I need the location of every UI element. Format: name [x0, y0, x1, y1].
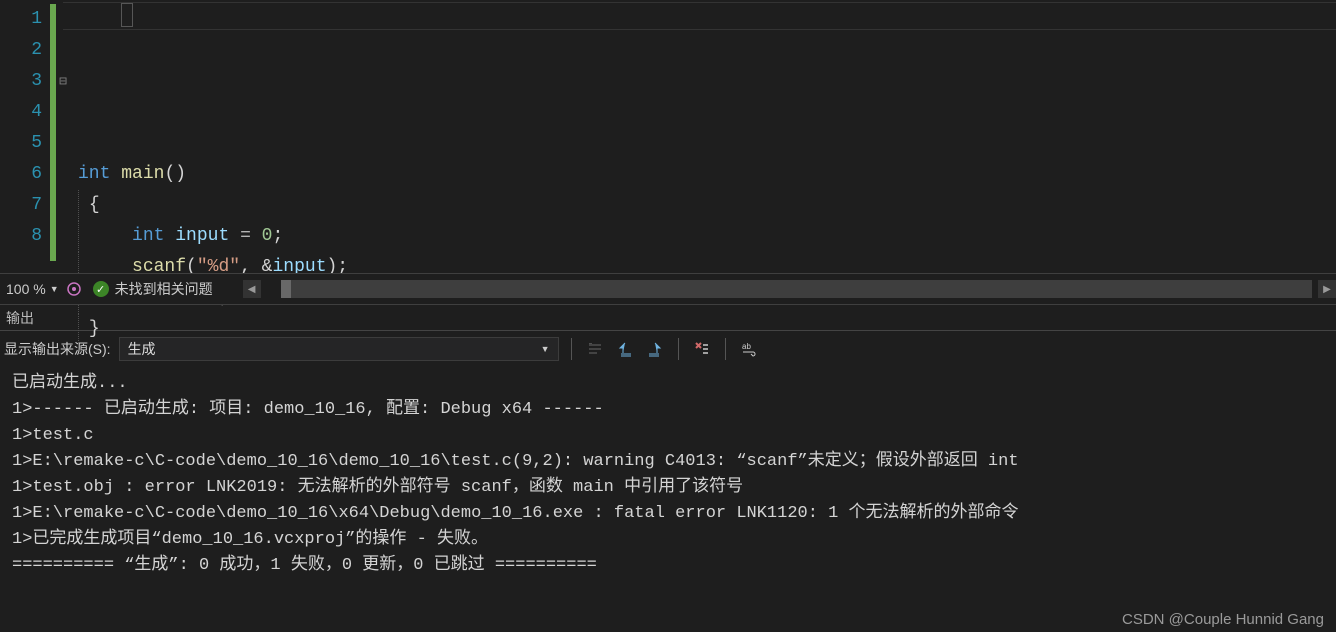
code-line[interactable]: }	[78, 314, 1336, 345]
fold-gutter[interactable]: ⊟	[56, 0, 70, 273]
code-line[interactable]: {	[78, 190, 1336, 221]
code-token: int	[132, 221, 175, 252]
check-circle-icon: ✓	[93, 281, 109, 297]
code-token: ()	[164, 159, 186, 190]
line-number: 2	[0, 35, 42, 66]
code-line[interactable]	[78, 97, 1336, 128]
fold-spacer	[56, 190, 70, 221]
output-line: 1>------ 已启动生成: 项目: demo_10_16, 配置: Debu…	[12, 397, 1324, 423]
code-line[interactable]	[78, 128, 1336, 159]
output-line: ========== “生成”: 0 成功，1 失败，0 更新，0 已跳过 ==…	[12, 553, 1324, 579]
line-number-gutter: 12345678	[0, 0, 50, 273]
scroll-right-arrow[interactable]: ▶	[1318, 280, 1336, 298]
horizontal-scrollbar[interactable]	[281, 280, 1312, 298]
intellicode-icon[interactable]	[65, 280, 83, 298]
output-line: 1>test.obj : error LNK2019: 无法解析的外部符号 sc…	[12, 475, 1324, 501]
code-token: 0	[262, 221, 273, 252]
code-token	[89, 221, 132, 252]
line-number: 7	[0, 190, 42, 221]
fold-spacer	[56, 35, 70, 66]
fold-spacer	[56, 221, 70, 252]
line-number: 5	[0, 128, 42, 159]
code-token: {	[89, 190, 100, 221]
text-cursor	[121, 3, 133, 27]
no-issues-text: 未找到相关问题	[115, 279, 213, 299]
watermark-text: CSDN @Couple Hunnid Gang	[1122, 611, 1324, 628]
find-message-button[interactable]	[584, 338, 606, 360]
scrollbar-thumb[interactable]	[281, 280, 291, 298]
output-log[interactable]: 已启动生成...1>------ 已启动生成: 项目: demo_10_16, …	[0, 367, 1336, 587]
line-number: 4	[0, 97, 42, 128]
code-content[interactable]: int main() { int input = 0; scanf("%d", …	[70, 0, 1336, 273]
zoom-value: 100 %	[6, 281, 46, 297]
code-line[interactable]: int main()	[78, 159, 1336, 190]
line-number: 3	[0, 66, 42, 97]
code-token: input	[175, 221, 240, 252]
chevron-down-icon: ▼	[50, 284, 59, 294]
output-line: 1>已完成生成项目“demo_10_16.vcxproj”的操作 - 失败。	[12, 527, 1324, 553]
scroll-left-arrow[interactable]: ◀	[243, 280, 261, 298]
code-token: ;	[272, 221, 283, 252]
code-token: =	[240, 221, 262, 252]
code-line[interactable]: int input = 0;	[78, 221, 1336, 252]
code-token: }	[89, 314, 100, 345]
fold-spacer	[56, 159, 70, 190]
line-number: 8	[0, 221, 42, 252]
fold-spacer	[56, 128, 70, 159]
editor-status-bar: 100 % ▼ ✓ 未找到相关问题 ◀ ▶	[0, 273, 1336, 305]
fold-toggle-icon[interactable]: ⊟	[56, 66, 70, 97]
output-line: 1>E:\remake-c\C-code\demo_10_16\demo_10_…	[12, 449, 1324, 475]
code-editor[interactable]: 12345678 ⊟ int main() { int input = 0; s…	[0, 0, 1336, 273]
chevron-down-icon: ▼	[541, 344, 550, 354]
code-token: main	[121, 159, 164, 190]
output-line: 1>E:\remake-c\C-code\demo_10_16\x64\Debu…	[12, 501, 1324, 527]
line-number: 6	[0, 159, 42, 190]
fold-spacer	[56, 97, 70, 128]
code-token: int	[78, 159, 121, 190]
output-line: 已启动生成...	[12, 371, 1324, 397]
line-number: 1	[0, 4, 42, 35]
zoom-level[interactable]: 100 % ▼	[0, 281, 65, 297]
output-line: 1>test.c	[12, 423, 1324, 449]
